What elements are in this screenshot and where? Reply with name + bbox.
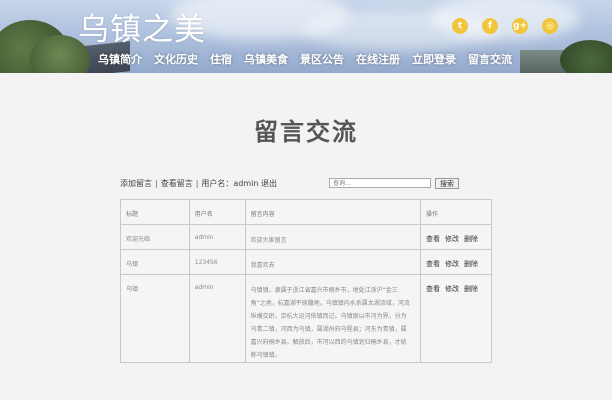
delete-button[interactable]: 删除 [464,285,478,293]
nav-item-lodging[interactable]: 住宿 [210,51,232,67]
message-user: 123456 [188,249,246,275]
guestbook-toolbar: 添加留言 | 查看留言 | 用户名：admin 退出 [120,178,277,189]
column-header: 用户名 [188,199,246,225]
nav-item-food[interactable]: 乌镇美食 [244,51,288,67]
tree-decoration [560,40,612,73]
nav-item-guestbook[interactable]: 留言交流 [468,51,512,67]
separator: | [155,179,158,188]
column-header: 标题 [120,199,190,225]
table-row: 欢迎光临 admin 欢迎大家留言 查看 修改 删除 [120,224,492,250]
message-title: 欢迎光临 [120,224,190,250]
username-label: 用户名： [201,179,234,188]
message-title: 乌镇 [120,274,190,363]
edit-button[interactable]: 修改 [445,260,459,268]
message-user: admin [188,274,246,363]
google-plus-icon[interactable]: g+ [512,18,528,34]
view-button[interactable]: 查看 [426,285,440,293]
table-row: 乌镇 admin 乌镇镇，隶属于浙江省嘉兴市桐乡市，地处江浙沪“金三角”之地，杭… [120,274,492,363]
social-links: t f g+ ◎ [452,18,564,34]
username-value: admin [233,179,259,188]
nav-item-register[interactable]: 在线注册 [356,51,400,67]
message-content: 乌镇镇，隶属于浙江省嘉兴市桐乡市，地处江浙沪“金三角”之地，杭嘉湖平原腹地。乌镇… [244,274,422,363]
view-button[interactable]: 查看 [426,235,440,243]
hero-banner: 乌镇之美 t f g+ ◎ 乌镇简介 文化历史 住宿 乌镇美食 景区公告 在线注… [0,0,612,73]
add-message-link[interactable]: 添加留言 [120,179,152,188]
table-header-row: 标题 用户名 留言内容 操作 [120,199,492,225]
nav-item-notices[interactable]: 景区公告 [300,51,344,67]
page-title: 留言交流 [254,118,358,146]
edit-button[interactable]: 修改 [445,285,459,293]
message-actions: 查看 修改 删除 [420,274,492,363]
twitter-icon[interactable]: t [452,18,468,34]
view-messages-link[interactable]: 查看留言 [161,179,193,188]
separator: | [195,179,199,188]
main-nav: 乌镇简介 文化历史 住宿 乌镇美食 景区公告 在线注册 立即登录 留言交流 [98,51,524,67]
nav-item-history[interactable]: 文化历史 [154,51,198,67]
facebook-icon[interactable]: f [482,18,498,34]
search-input[interactable] [329,178,431,188]
messages-table: 标题 用户名 留言内容 操作 欢迎光临 admin 欢迎大家留言 查看 修改 删除 … [120,199,492,363]
nav-item-intro[interactable]: 乌镇简介 [98,51,142,67]
site-title: 乌镇之美 [78,12,206,48]
delete-button[interactable]: 删除 [464,260,478,268]
column-header: 留言内容 [244,199,422,225]
message-user: admin [188,224,246,250]
delete-button[interactable]: 删除 [464,235,478,243]
message-content: 我喜欢去 [244,249,422,275]
message-title: 乌镇 [120,249,190,275]
edit-button[interactable]: 修改 [445,235,459,243]
message-content: 欢迎大家留言 [244,224,422,250]
message-actions: 查看 修改 删除 [420,224,492,250]
search-button[interactable]: 搜索 [435,178,459,189]
message-actions: 查看 修改 删除 [420,249,492,275]
nav-item-login[interactable]: 立即登录 [412,51,456,67]
view-button[interactable]: 查看 [426,260,440,268]
table-row: 乌镇 123456 我喜欢去 查看 修改 删除 [120,249,492,275]
column-header: 操作 [420,199,492,225]
logout-link[interactable]: 退出 [261,179,277,188]
dribbble-icon[interactable]: ◎ [542,18,558,34]
